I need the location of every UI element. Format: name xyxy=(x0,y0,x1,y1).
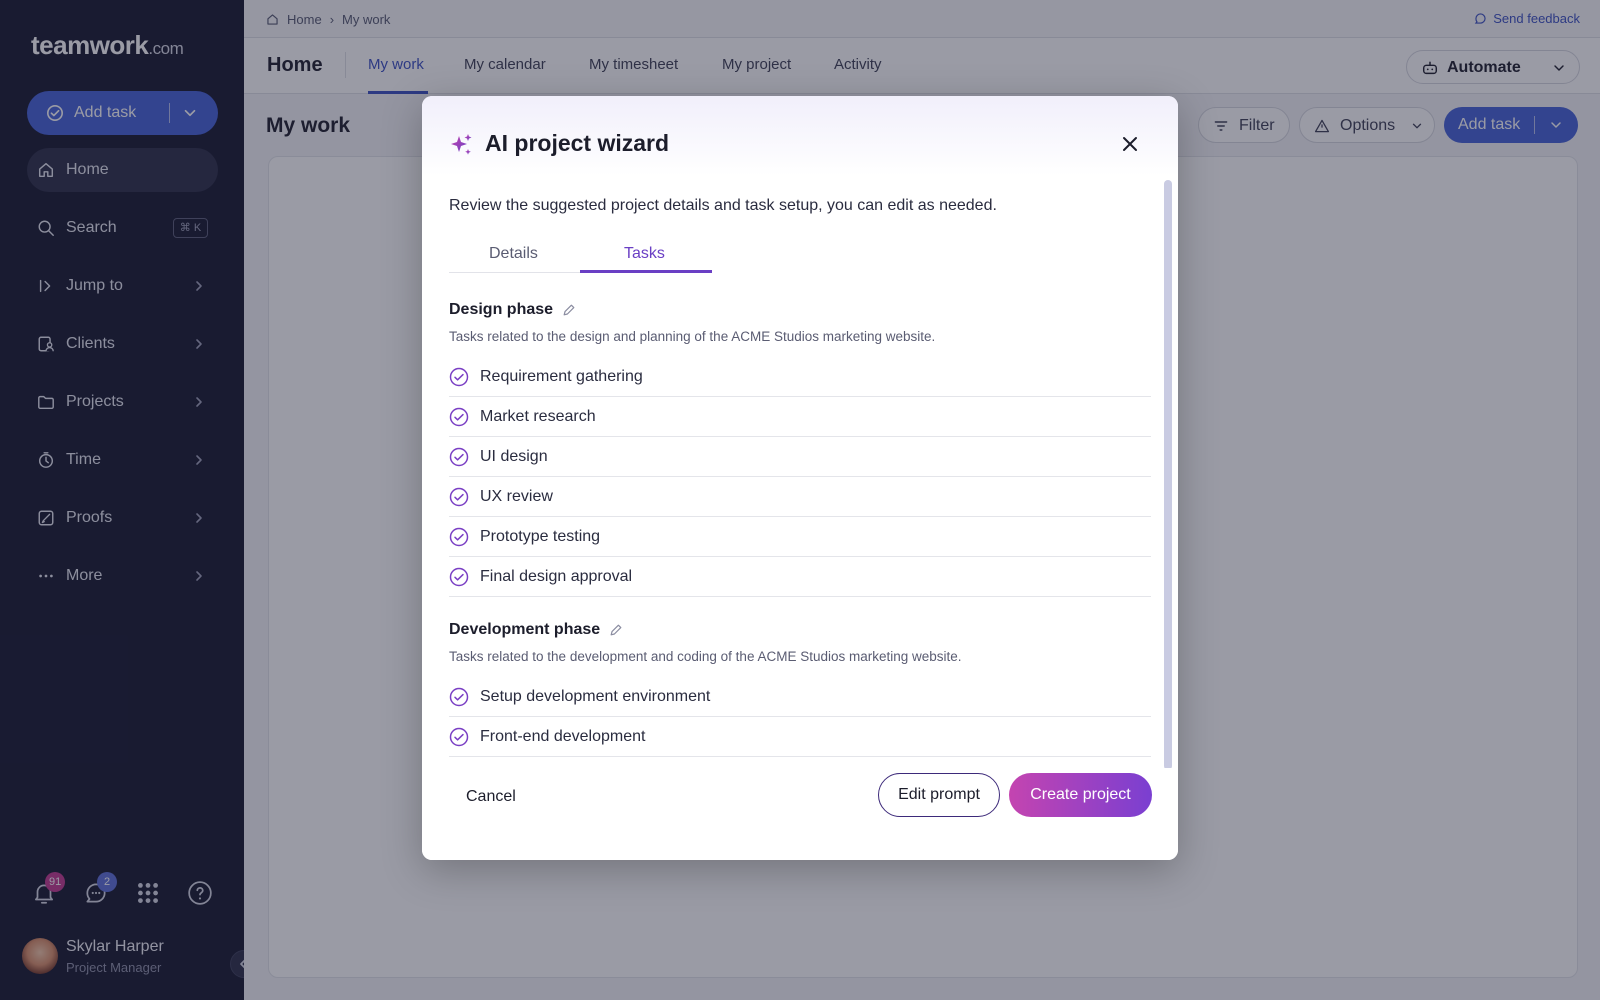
modal-footer: Cancel Edit prompt Create project xyxy=(422,768,1178,860)
task-row[interactable]: Front-end development xyxy=(449,717,1151,757)
task-row[interactable]: UI design xyxy=(449,437,1151,477)
task-row[interactable]: Setup development environment xyxy=(449,677,1151,717)
cancel-button[interactable]: Cancel xyxy=(466,788,516,806)
modal-title: AI project wizard xyxy=(485,130,670,156)
task-title: UI design xyxy=(480,448,548,465)
task-title: Front-end development xyxy=(480,728,646,745)
task-title: Final design approval xyxy=(480,568,633,585)
ai-project-wizard-dialog: AI project wizard Review the suggested p… xyxy=(422,96,1178,860)
tab-details[interactable]: Details xyxy=(489,245,538,263)
check-circle-icon[interactable] xyxy=(449,527,469,547)
check-circle-icon[interactable] xyxy=(449,567,469,587)
sparkle-icon xyxy=(451,134,472,155)
task-title: Requirement gathering xyxy=(480,368,643,385)
check-circle-icon[interactable] xyxy=(449,447,469,467)
phase-title-text: Development phase xyxy=(449,621,601,638)
pencil-icon[interactable] xyxy=(561,302,577,318)
scrollbar[interactable] xyxy=(1164,180,1172,770)
task-row[interactable]: Prototype testing xyxy=(449,517,1151,557)
task-title: Prototype testing xyxy=(480,528,601,545)
phase-title: Development phase xyxy=(449,621,624,639)
edit-prompt-button[interactable]: Edit prompt xyxy=(878,773,1000,817)
check-circle-icon[interactable] xyxy=(449,367,469,387)
modal-description: Review the suggested project details and… xyxy=(449,197,997,214)
check-circle-icon[interactable] xyxy=(449,487,469,507)
phase-description: Tasks related to the design and planning… xyxy=(449,329,936,344)
close-icon[interactable] xyxy=(1118,132,1142,156)
task-row[interactable]: Market research xyxy=(449,397,1151,437)
task-row[interactable]: Requirement gathering xyxy=(449,357,1151,397)
phase-title-text: Design phase xyxy=(449,301,554,318)
check-circle-icon[interactable] xyxy=(449,727,469,747)
active-tab-indicator xyxy=(580,270,712,273)
pencil-icon[interactable] xyxy=(608,622,624,638)
task-title: Market research xyxy=(480,408,596,425)
phase-description: Tasks related to the development and cod… xyxy=(449,649,962,664)
phase-title: Design phase xyxy=(449,301,577,319)
create-project-button[interactable]: Create project xyxy=(1009,773,1152,817)
task-title: Setup development environment xyxy=(480,688,711,705)
task-row[interactable]: UX review xyxy=(449,477,1151,517)
task-title: UX review xyxy=(480,488,553,505)
task-row[interactable]: Final design approval xyxy=(449,557,1151,597)
check-circle-icon[interactable] xyxy=(449,407,469,427)
tab-tasks[interactable]: Tasks xyxy=(624,245,665,263)
check-circle-icon[interactable] xyxy=(449,687,469,707)
phase-design: Design phase Tasks related to the design… xyxy=(449,301,1151,601)
